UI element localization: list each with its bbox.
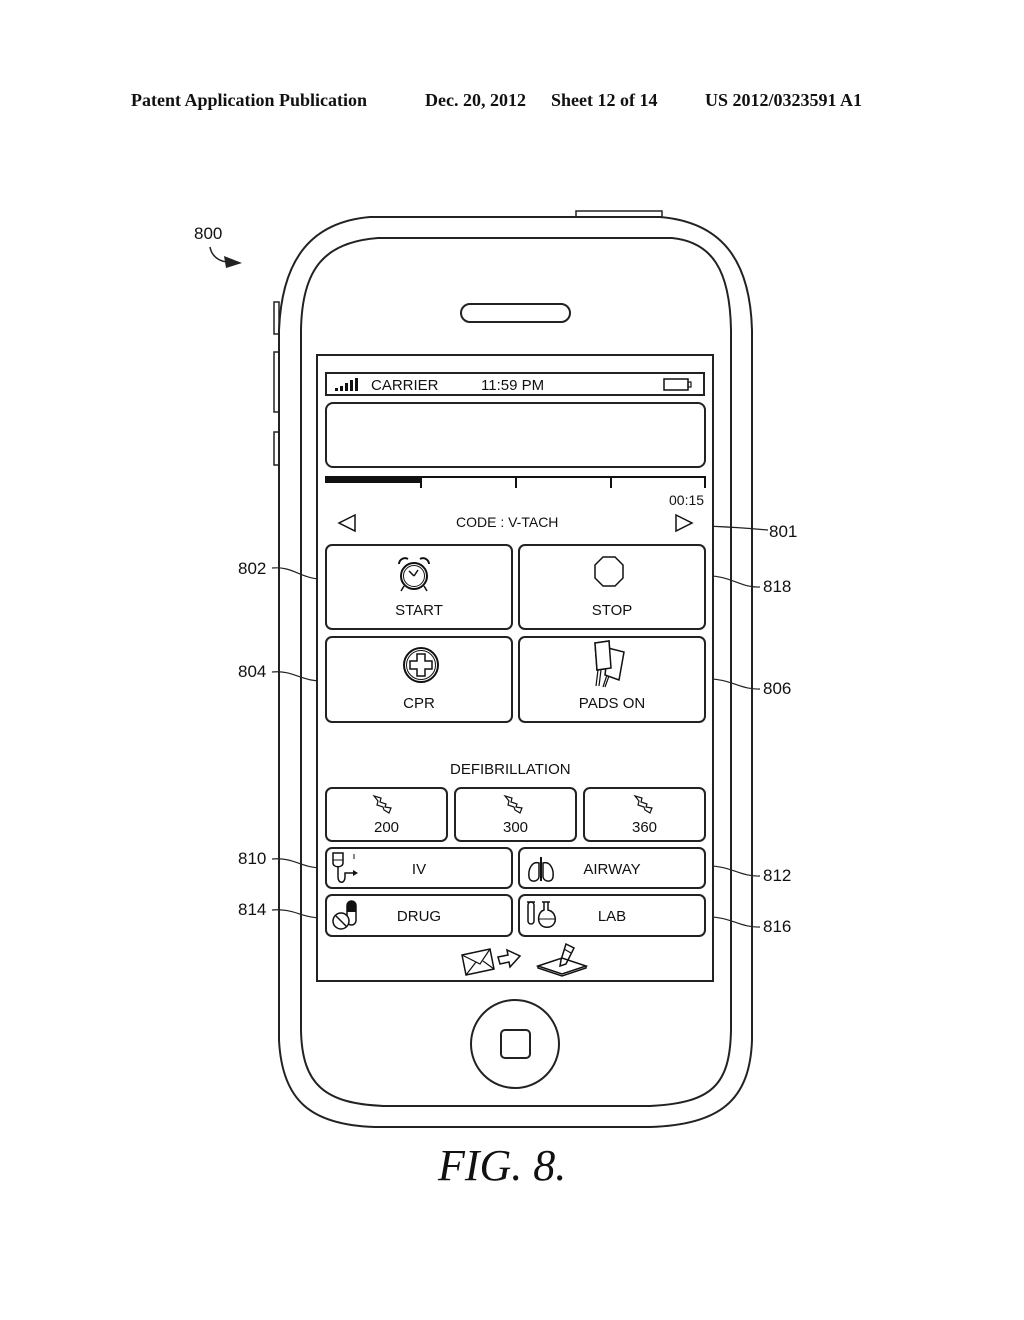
- triangle-right-icon[interactable]: [674, 513, 694, 533]
- leader-806: [705, 678, 761, 690]
- status-bar: CARRIER 11:59 PM: [325, 372, 705, 396]
- octagon-stop-icon: [594, 556, 624, 587]
- ref-802: 802: [238, 559, 267, 578]
- stop-label: STOP: [591, 602, 633, 619]
- iv-button[interactable]: IV: [325, 847, 513, 889]
- message-display: [325, 402, 706, 468]
- clock-time: 11:59 PM: [481, 377, 545, 394]
- ref-818: 818: [763, 577, 792, 596]
- drug-button[interactable]: DRUG: [325, 894, 513, 937]
- progress-fill: [325, 477, 421, 483]
- airway-label: AIRWAY: [583, 861, 641, 878]
- ref-812: 812: [763, 866, 792, 885]
- publication-date: Dec. 20, 2012: [425, 90, 526, 110]
- lab-button[interactable]: LAB: [518, 894, 706, 937]
- ref-800-arrow: [209, 246, 233, 263]
- triangle-left-icon[interactable]: [337, 513, 357, 533]
- volume-up-button: [273, 351, 280, 413]
- signal-bars-icon: [335, 378, 358, 391]
- start-label: START: [395, 602, 443, 619]
- write-note-icon[interactable]: [536, 940, 592, 978]
- battery-icon: [663, 378, 692, 391]
- carrier-name: CARRIER: [371, 377, 439, 394]
- start-button[interactable]: START: [325, 544, 513, 630]
- home-button-square: [500, 1029, 531, 1059]
- energy-360-button[interactable]: 360: [583, 787, 706, 842]
- ref-814: 814: [238, 900, 267, 919]
- shock-arrow-icon: [633, 794, 653, 814]
- sheet-number: Sheet 12 of 14: [551, 90, 658, 110]
- pads-on-button[interactable]: PADS ON: [518, 636, 706, 723]
- timer-progress-bar: [325, 476, 706, 488]
- stop-button[interactable]: STOP: [518, 544, 706, 630]
- alarm-clock-icon: [398, 557, 430, 592]
- publication-title: Patent Application Publication: [131, 90, 368, 110]
- ref-800-arrowhead: [224, 256, 242, 268]
- figure-caption: FIG. 8.: [438, 1141, 567, 1190]
- energy-300-button[interactable]: 300: [454, 787, 577, 842]
- airway-button[interactable]: AIRWAY: [518, 847, 706, 889]
- defibrillation-title: DEFIBRILLATION: [450, 761, 571, 778]
- code-label: CODE : V-TACH: [456, 514, 559, 530]
- energy-360-label: 360: [631, 819, 658, 836]
- home-button: [470, 999, 560, 1089]
- patent-number: US 2012/0323591 A1: [705, 90, 863, 110]
- medical-cross-icon: [403, 647, 439, 683]
- cpr-label: CPR: [403, 695, 435, 712]
- leader-816: [705, 916, 761, 928]
- ref-810: 810: [238, 849, 267, 868]
- defib-pads-icon: [594, 640, 625, 688]
- drug-label: DRUG: [396, 908, 442, 925]
- send-mail-icon[interactable]: [460, 945, 524, 977]
- leader-812: [705, 865, 761, 877]
- cpr-button[interactable]: CPR: [325, 636, 513, 723]
- shock-arrow-icon: [372, 794, 392, 814]
- mute-switch: [273, 301, 280, 335]
- ref-816: 816: [763, 917, 792, 936]
- shock-arrow-icon: [503, 794, 523, 814]
- earpiece-speaker: [460, 303, 571, 323]
- iv-label: IV: [411, 861, 427, 878]
- pads-on-label: PADS ON: [578, 695, 646, 712]
- energy-200-button[interactable]: 200: [325, 787, 448, 842]
- energy-200-label: 200: [373, 819, 400, 836]
- volume-down-button: [273, 431, 280, 466]
- ref-804: 804: [238, 662, 267, 681]
- leader-818: [705, 575, 761, 588]
- ref-806: 806: [763, 679, 792, 698]
- ref-800: 800: [194, 224, 223, 243]
- energy-300-label: 300: [502, 819, 529, 836]
- elapsed-time: 00:15: [669, 492, 705, 508]
- ref-801: 801: [769, 522, 798, 541]
- lab-label: LAB: [597, 908, 627, 925]
- power-button: [575, 210, 663, 218]
